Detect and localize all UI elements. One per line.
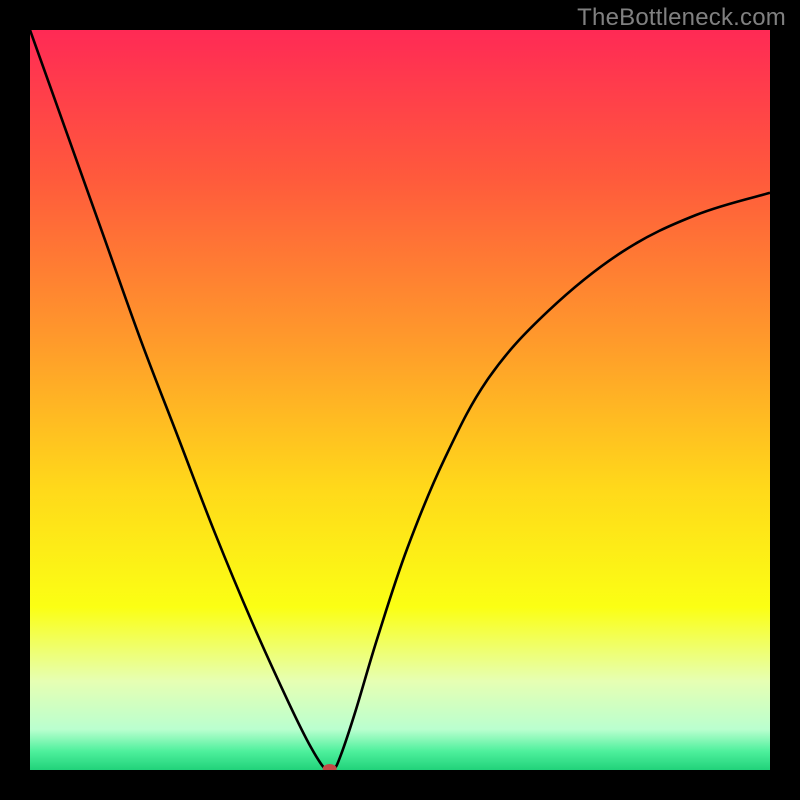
plot-area xyxy=(30,30,770,770)
chart-frame: TheBottleneck.com xyxy=(0,0,800,800)
watermark-text: TheBottleneck.com xyxy=(577,4,786,32)
chart-canvas xyxy=(30,30,770,770)
gradient-background xyxy=(30,30,770,770)
